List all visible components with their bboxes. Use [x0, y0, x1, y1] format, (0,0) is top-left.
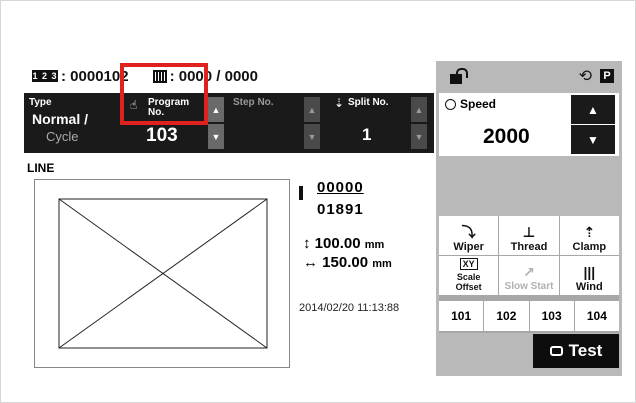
speed-down-button[interactable]: ▼: [571, 125, 615, 154]
split-no-cell[interactable]: ⇣ Split No. 1: [324, 93, 410, 153]
scale-label: Scale: [456, 272, 481, 282]
program-101-button[interactable]: 101: [439, 301, 484, 331]
slow-start-button[interactable]: ↗ Slow Start: [499, 256, 559, 295]
speed-box: Speed 2000 ▲ ▼: [439, 93, 619, 156]
clamp-label: Clamp: [572, 241, 607, 253]
program-102-button[interactable]: 102: [484, 301, 529, 331]
split-up-button[interactable]: ▲: [411, 97, 427, 122]
sewing-panel-screen: 1 2 3 : 0000102 : 0000 / 0000 Type Norma…: [24, 61, 622, 376]
program-shortcuts: 101 102 103 104: [439, 301, 619, 331]
thread-button[interactable]: ⊥ Thread: [499, 216, 559, 255]
test-label: Test: [568, 341, 603, 360]
needle-icon: ⇣: [334, 96, 345, 110]
thread-icon: ⊥: [522, 224, 536, 240]
right-control-panel: ⟲ P Speed 2000 ▲ ▼ ⤵ Wiper ⊥ Thread ⇡ Cl…: [436, 61, 622, 376]
wind-button[interactable]: ||| Wind: [559, 256, 619, 295]
program-number: 103: [146, 125, 178, 146]
height-unit: mm: [364, 239, 385, 251]
status-bar: 1 2 3 : 0000102 : 0000 / 0000: [24, 61, 434, 91]
split-label: Split No.: [348, 97, 389, 108]
thread-label: Thread: [510, 241, 548, 253]
slow-start-label: Slow Start: [504, 281, 554, 292]
unlock-icon[interactable]: [448, 68, 468, 84]
speed-label: Speed: [460, 97, 497, 111]
scale-offset-icon: XY: [459, 258, 478, 270]
counter-icon: 1 2 3: [32, 70, 58, 82]
width-unit: mm: [372, 258, 392, 270]
width-icon: ↔: [303, 254, 318, 271]
test-button[interactable]: Test: [533, 334, 619, 368]
split-number: 1: [362, 125, 372, 144]
screenshot-frame: 1 2 3 : 0000102 : 0000 / 0000 Type Norma…: [0, 0, 636, 403]
right-status-bar: ⟲ P: [436, 61, 622, 91]
type-value-cycle: Cycle: [46, 129, 79, 144]
height-readout: ↕ 100.00 mm: [303, 235, 384, 252]
wind-label: Wind: [575, 281, 603, 293]
step-label: Step No.: [233, 97, 274, 108]
program-103-button[interactable]: 103: [529, 301, 574, 331]
slow-start-icon: ↗: [523, 264, 535, 280]
step-no-cell[interactable]: Step No.: [228, 93, 316, 153]
program-down-button[interactable]: ▼: [208, 124, 224, 149]
p-mode-icon[interactable]: P: [600, 69, 614, 83]
repeat-icon[interactable]: ⟲: [579, 66, 592, 86]
wiper-label: Wiper: [453, 241, 484, 253]
speed-up-button[interactable]: ▲: [571, 95, 615, 124]
width-readout: ↔ 150.00 mm: [303, 254, 392, 271]
pattern-preview: [34, 179, 290, 368]
pattern-shape: [58, 198, 268, 349]
wind-icon: |||: [583, 264, 596, 280]
program-up-button[interactable]: ▲: [208, 97, 224, 122]
wiper-icon: ⤵: [461, 224, 476, 240]
current-stitch: 00000: [317, 179, 364, 196]
height-value: 100.00: [314, 235, 361, 252]
type-cell[interactable]: Type Normal / Cycle: [24, 93, 120, 153]
step-down-button[interactable]: ▼: [304, 124, 320, 149]
scale-offset-button[interactable]: XY Scale Offset: [439, 256, 499, 295]
wiper-button[interactable]: ⤵ Wiper: [439, 216, 499, 255]
parameter-strip: Type Normal / Cycle ☝ Program No. 103 ▲ …: [24, 93, 434, 153]
clamp-button[interactable]: ⇡ Clamp: [559, 216, 619, 255]
total-stitches: 01891: [317, 201, 364, 218]
program-highlight-box: [120, 63, 208, 125]
height-icon: ↕: [303, 235, 311, 252]
needle-position-icon: [299, 186, 303, 200]
program-104-button[interactable]: 104: [574, 301, 619, 331]
speed-label-row: Speed: [445, 97, 496, 111]
clamp-icon: ⇡: [583, 224, 596, 240]
shape-type-label: LINE: [27, 161, 55, 175]
speed-gauge-icon: [445, 98, 456, 110]
step-up-button[interactable]: ▲: [304, 97, 320, 122]
production-counter: : 0000102: [61, 67, 129, 85]
width-value: 150.00: [322, 254, 369, 271]
type-value-normal: Normal /: [32, 111, 89, 127]
return-icon: [549, 346, 563, 356]
speed-value: 2000: [483, 125, 530, 148]
split-down-button[interactable]: ▼: [411, 124, 427, 149]
offset-label: Offset: [455, 282, 482, 292]
type-label: Type: [29, 97, 52, 108]
timestamp: 2014/02/20 11:13:88: [299, 302, 400, 314]
